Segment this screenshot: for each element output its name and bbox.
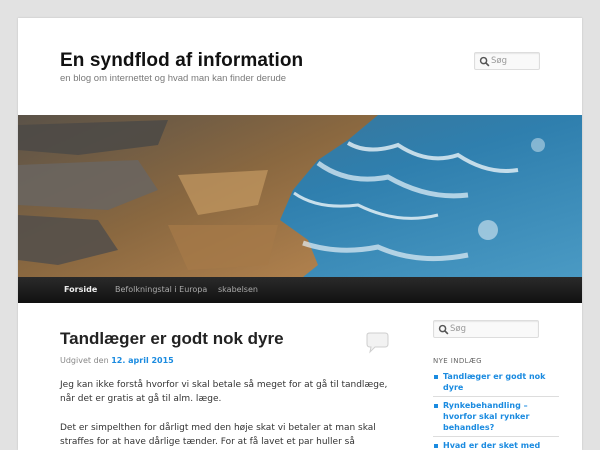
search-icon [479,56,490,67]
recent-posts-heading: NYE INDLÆG [433,357,482,365]
post-paragraph: Jeg kan ikke forstå hvorfor vi skal beta… [60,380,388,404]
main-navigation: Forside Befolkningstal i Europa skabelse… [18,277,582,303]
recent-post-link[interactable]: Tandlæger er godt nok dyre [433,371,559,397]
recent-posts-list: Tandlæger er godt nok dyre Rynkebehandli… [433,371,559,450]
post-date-link[interactable]: 12. april 2015 [111,356,174,365]
search-icon [438,324,449,335]
site-title[interactable]: En syndflod af information [60,50,303,72]
speech-bubble-icon[interactable] [364,332,390,354]
page: En syndflod af information en blog om in… [18,18,582,450]
recent-post-link[interactable]: Hvad er der sket med [433,440,559,450]
coast-image [18,115,582,277]
post-title[interactable]: Tandlæger er godt nok dyre [60,329,284,349]
header-search-input[interactable]: Søg [474,52,540,70]
search-placeholder: Søg [450,324,466,334]
recent-post-link[interactable]: Rynkebehandling – hvorfor skal rynker be… [433,400,559,437]
nav-item-befolkningstal[interactable]: Befolkningstal i Europa [115,285,207,294]
search-placeholder: Søg [491,56,507,66]
post-paragraph: Det er simpelthen for dårligt med den hø… [60,423,376,447]
meta-prefix: Udgivet den [60,356,109,365]
header-image [18,115,582,277]
post-meta: Udgivet den 12. april 2015 [60,356,174,365]
sidebar-search-input[interactable]: Søg [433,320,539,338]
nav-item-forside[interactable]: Forside [64,285,97,294]
site-description: en blog om internettet og hvad man kan f… [60,73,287,84]
nav-item-skabelsen[interactable]: skabelsen [218,285,258,294]
